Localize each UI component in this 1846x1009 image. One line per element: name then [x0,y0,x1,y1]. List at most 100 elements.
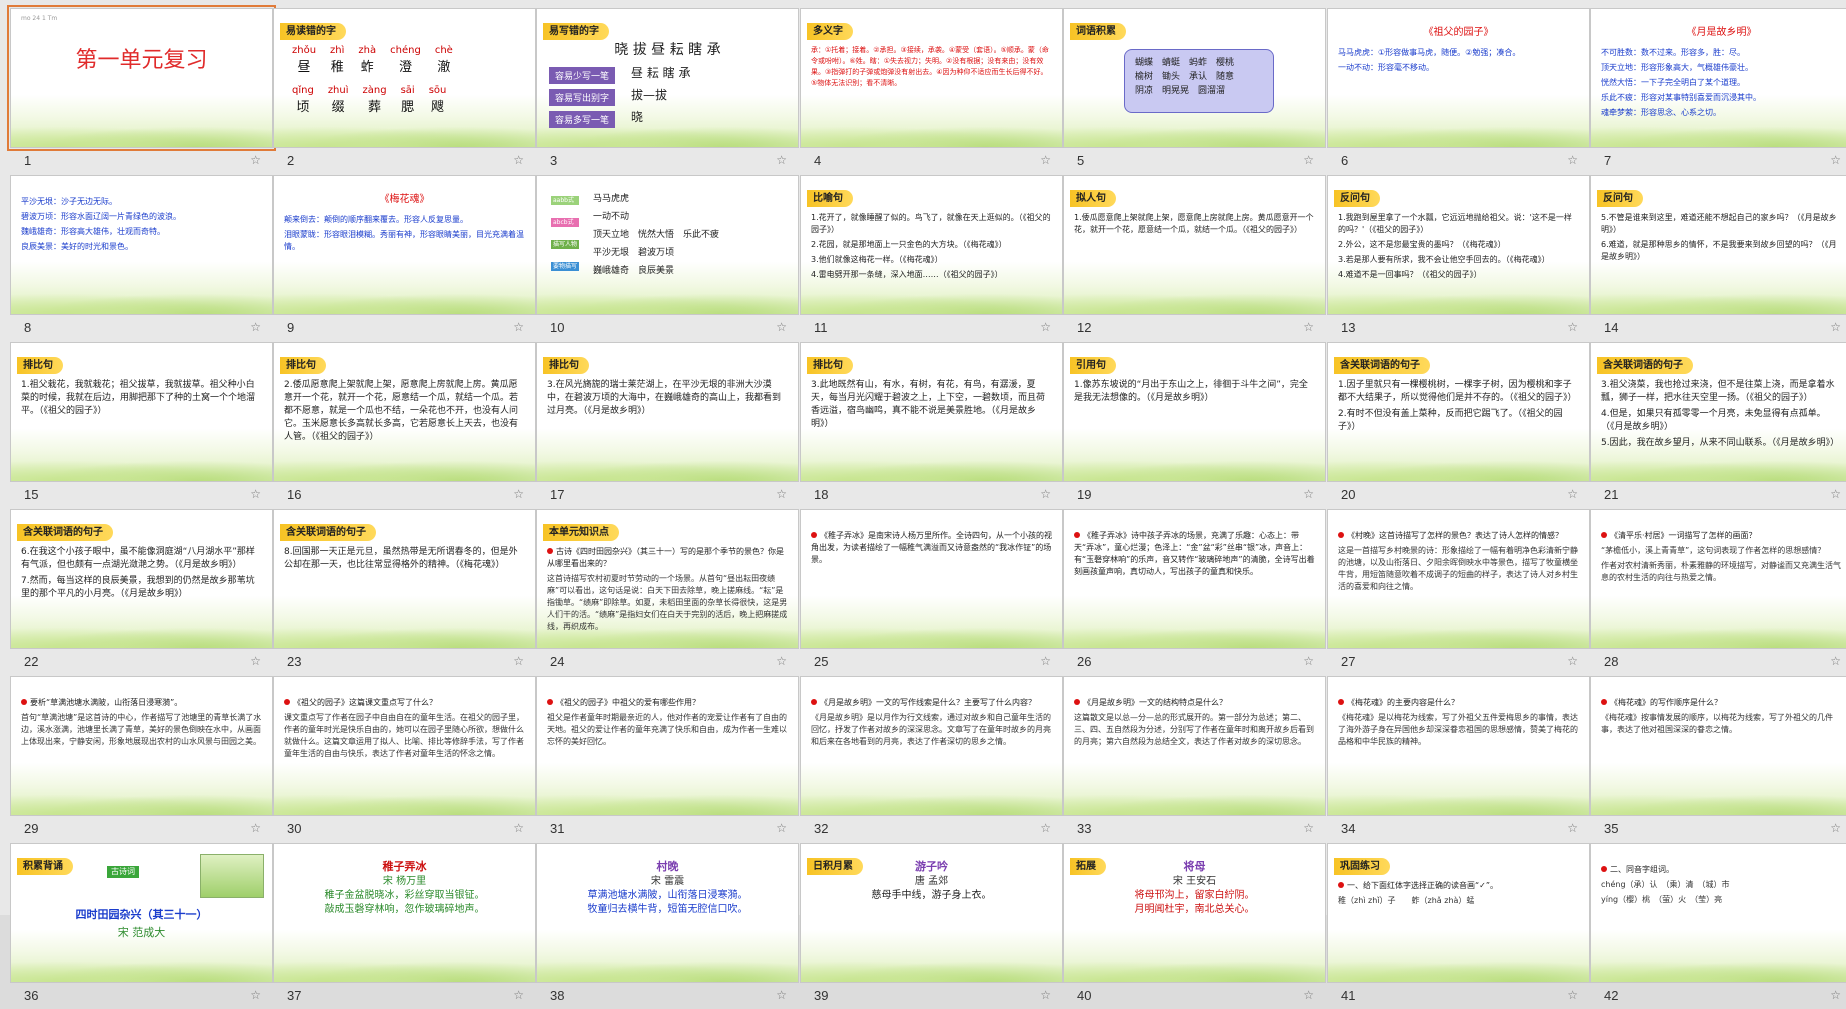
transition-star-icon[interactable]: ☆ [1040,654,1051,668]
slide-thumbnail[interactable]: 引用句 1.像苏东坡说的“月出于东山之上，徘徊于斗牛之间”，完全是我无法想像的。（… [1063,342,1326,482]
slide-thumbnail[interactable]: 比喻句 1.花开了，就像睡醒了似的。鸟飞了，就像在天上逛似的。（《祖父的园子》） 2… [800,175,1063,315]
slide-thumbnail[interactable]: 《祖父的园子》 马马虎虎：①形容做事马虎，随便。②勉强；凑合。 一动不动：形容毫不移… [1327,8,1590,148]
grass-decoration [11,123,272,147]
slide-thumbnail[interactable]: 排比句 2.倭瓜愿意爬上架就爬上架，愿意爬上房就爬上房。黄瓜愿意开一个花，就开一个… [273,342,536,482]
slide-thumbnail[interactable]: 《祖父的园子》中祖父的爱有哪些作用？ 祖父是作者童年时期最亲近的人，他对作者的宠爱… [536,676,799,816]
transition-star-icon[interactable]: ☆ [250,487,261,501]
transition-star-icon[interactable]: ☆ [513,988,524,1002]
slide-thumbnail[interactable]: 《月是故乡明》 不可胜数：数不过来。形容多，胜：尽。 顶天立地：形容形象高大，气概雄… [1590,8,1846,148]
slide-slot: aabb式 abcb式 描写人物 要物描写 马马虎虎 一动不动 顶天立地 恍然大悟 乐此不疲… [536,175,799,341]
transition-star-icon[interactable]: ☆ [513,821,524,835]
transition-star-icon[interactable]: ☆ [1040,821,1051,835]
slide-thumbnail[interactable]: 稚子弄冰宋 杨万里 稚子金盆脱晓冰，彩丝穿取当银钲。 敲成玉磬穿林响，忽作玻璃碎地声… [273,843,536,983]
slide-body: 颠来倒去：颠倒的顺序翻来覆去。形容人反复思量。 泪眼蒙眬：形容眼泪模糊。秀丽有神，… [284,214,525,256]
transition-star-icon[interactable]: ☆ [1567,320,1578,334]
slide-thumbnail[interactable]: 多义字 承：①托着；接着。②承担。③接续，承袭。④蒙受（套语）。⑤顺承。蒙（命令或… [800,8,1063,148]
transition-star-icon[interactable]: ☆ [1303,153,1314,167]
transition-star-icon[interactable]: ☆ [776,988,787,1002]
transition-star-icon[interactable]: ☆ [776,153,787,167]
slide-thumbnail[interactable]: 词语积累 蝴蝶 蜻蜓 蚂蚱 樱桃 榆树 锄头 承认 随意 阴凉 明晃晃 圆溜溜 [1063,8,1326,148]
slide-thumbnail[interactable]: 《稚子弄冰》诗中孩子弄冰的场景，充满了乐趣：心态上：带天“弄冰”，童心烂漫；色泽… [1063,509,1326,649]
slide-thumbnail[interactable]: 《梅花魂》的写作顺序是什么？ 《梅花魂》按事情发展的顺序，以梅花为线索，写了外祖父… [1590,676,1846,816]
slide-thumbnail[interactable]: 本单元知识点 古诗《四时田园杂兴》（其三十一）写的是那个季节的景色？你是从哪里看出… [536,509,799,649]
transition-star-icon[interactable]: ☆ [513,654,524,668]
pinyin: sōu [428,85,447,96]
slide-thumbnail[interactable]: 《月是故乡明》一文的结构特点是什么？ 这篇散文是以总—分—总的形式展开的。第一部分… [1063,676,1326,816]
slide-thumbnail[interactable]: 二、同音字组词。 chéng（承）认 （乘）清 （城）市 yíng（樱）桃 （萤）火… [1590,843,1846,983]
slide-number: 31 [550,821,565,836]
transition-star-icon[interactable]: ☆ [513,153,524,167]
transition-star-icon[interactable]: ☆ [1567,654,1578,668]
transition-star-icon[interactable]: ☆ [513,487,524,501]
slide-thumbnail[interactable]: 《稚子弄冰》是南宋诗人杨万里所作。全诗四句，从一个小孩的视角出发，为读者描绘了一… [800,509,1063,649]
slide-thumbnail[interactable]: mo 24 1 Tm 第一单元复习 [7,5,276,151]
slide-thumbnail[interactable]: 易读错的字 zhǒu 昼 zhì 稚 zhà 蚱 chéng 澄 chè 澈 qǐng 顷 zhuì 缀 zà… [273,8,536,148]
transition-star-icon[interactable]: ☆ [250,153,261,167]
slide-slot: 《村晚》这首诗描写了怎样的景色？表达了诗人怎样的情感？ 这是一首描写乡村晚景的诗：… [1327,509,1590,675]
slide-thumbnail[interactable]: 《梅花魂》 颠来倒去：颠倒的顺序翻来覆去。形容人反复思量。 泪眼蒙眬：形容眼泪模糊。… [273,175,536,315]
transition-star-icon[interactable]: ☆ [250,654,261,668]
transition-star-icon[interactable]: ☆ [1830,988,1841,1002]
slide-thumbnail[interactable]: 含关联词语的句子 6.在我这个小孩子眼中，虽不能像洞庭湖“八月湖水平”那样有气派，… [10,509,273,649]
body-line: 2.倭瓜愿意爬上架就爬上架，愿意爬上房就爬上房。黄瓜愿意开一个花，就开一个花，愿… [284,380,519,442]
transition-star-icon[interactable]: ☆ [1567,988,1578,1002]
slide-thumbnail[interactable]: 要析“草满池塘水满陂，山衔落日浸寒漪”。 首句“草满池塘”是这首诗的中心，作者描写… [10,676,273,816]
slide-thumbnail[interactable]: 含关联词语的句子 1.因子里就只有一棵樱桃树，一棵李子树，因为樱桃和李子都不大结果… [1327,342,1590,482]
transition-star-icon[interactable]: ☆ [776,654,787,668]
transition-star-icon[interactable]: ☆ [776,320,787,334]
slide-thumbnail[interactable]: 《祖父的园子》这篇课文重点写了什么？ 课文重点写了作者在园子中自由自在的童年生活。… [273,676,536,816]
transition-star-icon[interactable]: ☆ [250,821,261,835]
transition-star-icon[interactable]: ☆ [1303,821,1314,835]
slide-thumbnail[interactable]: 《月是故乡明》一文的写作线索是什么？主要写了什么内容？ 《月是故乡明》是以月作为行… [800,676,1063,816]
slide-thumbnail[interactable]: 排比句 3.在风光旖旎的瑞士莱茫湖上，在平沙无垠的非洲大沙漠中，在碧波万顷的大海中… [536,342,799,482]
slide-slot: 拓展 将母宋 王安石 将母邗沟上，留家白紵阴。 月明闻杜宇，南北总关心。 40 ☆ [1063,843,1326,1009]
transition-star-icon[interactable]: ☆ [1830,153,1841,167]
transition-star-icon[interactable]: ☆ [1567,487,1578,501]
transition-star-icon[interactable]: ☆ [776,821,787,835]
transition-star-icon[interactable]: ☆ [250,988,261,1002]
slide-thumbnail[interactable]: aabb式 abcb式 描写人物 要物描写 马马虎虎 一动不动 顶天立地 恍然大悟 乐此不疲… [536,175,799,315]
transition-star-icon[interactable]: ☆ [776,487,787,501]
question-text: 《月是故乡明》一文的结构特点是什么？ [1083,698,1227,707]
slide-thumbnail[interactable]: 《村晚》这首诗描写了怎样的景色？表达了诗人怎样的情感？ 这是一首描写乡村晚景的诗：… [1327,509,1590,649]
transition-star-icon[interactable]: ☆ [1040,320,1051,334]
slide-thumbnail[interactable]: 《清平乐·村居》一词描写了怎样的画面？ “茅檐低小，溪上青青草”，这句词表现了作者… [1590,509,1846,649]
slide-thumbnail[interactable]: 拓展 将母宋 王安石 将母邗沟上，留家白紵阴。 月明闻杜宇，南北总关心。 [1063,843,1326,983]
slide-thumbnail[interactable]: 村晚宋 雷震 草满池塘水满陂，山衔落日浸寒漪。 牧童归去横牛背，短笛无腔信口吹。 [536,843,799,983]
slide-slot: 《梅花魂》的写作顺序是什么？ 《梅花魂》按事情发展的顺序，以梅花为线索，写了外祖父… [1590,676,1846,842]
transition-star-icon[interactable]: ☆ [1303,988,1314,1002]
transition-star-icon[interactable]: ☆ [1040,988,1051,1002]
grass-decoration [801,958,1062,982]
transition-star-icon[interactable]: ☆ [1303,654,1314,668]
slide-thumbnail[interactable]: 含关联词语的句子 8.回国那一天正是元旦，虽然热带是无所谓春冬的，但是外公却在那一… [273,509,536,649]
slide-thumbnail[interactable]: 《梅花魂》的主要内容是什么？ 《梅花魂》是以梅花为线索，写了外祖父五件爱梅思乡的事… [1327,676,1590,816]
transition-star-icon[interactable]: ☆ [1830,654,1841,668]
slide-thumbnail[interactable]: 拟人句 1.倭瓜愿意爬上架就爬上架，愿意爬上房就爬上房。黄瓜愿意开一个花，就开一个… [1063,175,1326,315]
transition-star-icon[interactable]: ☆ [1830,821,1841,835]
transition-star-icon[interactable]: ☆ [1040,153,1051,167]
transition-star-icon[interactable]: ☆ [1830,487,1841,501]
slide-thumbnail[interactable]: 反问句 5.不管是谁来到这里，难道还能不想起自己的家乡吗？（《月是故乡明》） 6.难… [1590,175,1846,315]
transition-star-icon[interactable]: ☆ [1830,320,1841,334]
transition-star-icon[interactable]: ☆ [1567,153,1578,167]
slide-thumbnail[interactable]: 易写错的字晓 拔 昼 耘 瞎 承容易少写一笔 昼 耘 瞎 承容易写出别字 拔—拔 容易… [536,8,799,148]
slide-thumbnail[interactable]: 平沙无垠：沙子无边无际。 碧波万顷：形容水面辽阔一片青绿色的波浪。 魏峨雄奇：形容高… [10,175,273,315]
slide-thumbnail[interactable]: 含关联词语的句子 3.祖父浇菜，我也抢过来浇，但不是往菜上浇，而是拿着水瓢，狮子一… [1590,342,1846,482]
transition-star-icon[interactable]: ☆ [1303,320,1314,334]
body-line: 《梅花魂》是以梅花为线索，写了外祖父五件爱梅思乡的事情，表达了海外游子身在异国他… [1338,713,1578,746]
slide-thumbnail[interactable]: 排比句 3.此地既然有山，有水，有树，有花，有鸟，有潺湲，夏天，每当月光闪耀于碧波… [800,342,1063,482]
transition-star-icon[interactable]: ☆ [513,320,524,334]
slide-thumbnail[interactable]: 巩固练习 一、给下面红体字选择正确的读音画“✓”。 稚（zhì zhǐ）子 蚱（zh… [1327,843,1590,983]
slide-number: 38 [550,988,565,1003]
slide-number: 19 [1077,487,1092,502]
transition-star-icon[interactable]: ☆ [1040,487,1051,501]
slide-thumbnail[interactable]: 积累背诵 古诗词 四时田园杂兴（其三十一） 宋 范成大 [10,843,273,983]
slide-thumbnail[interactable]: 日积月累 游子吟唐 孟郊 慈母手中线，游子身上衣。 [800,843,1063,983]
transition-star-icon[interactable]: ☆ [1303,487,1314,501]
char-category-label: 容易写出别字 [549,89,616,106]
slide-thumbnail[interactable]: 排比句 1.祖父栽花，我就栽花；祖父拔草，我就拔草。祖父种小白菜的时候，我就在后边… [10,342,273,482]
body-line: 1.花开了，就像睡醒了似的。鸟飞了，就像在天上逛似的。（《祖父的园子》） [811,213,1051,234]
transition-star-icon[interactable]: ☆ [1567,821,1578,835]
slide-thumbnail[interactable]: 反问句 1.我跑到屋里拿了一个水瓢，它远远地抛给祖父。说：'这不是一样的吗？'（《… [1327,175,1590,315]
transition-star-icon[interactable]: ☆ [250,320,261,334]
